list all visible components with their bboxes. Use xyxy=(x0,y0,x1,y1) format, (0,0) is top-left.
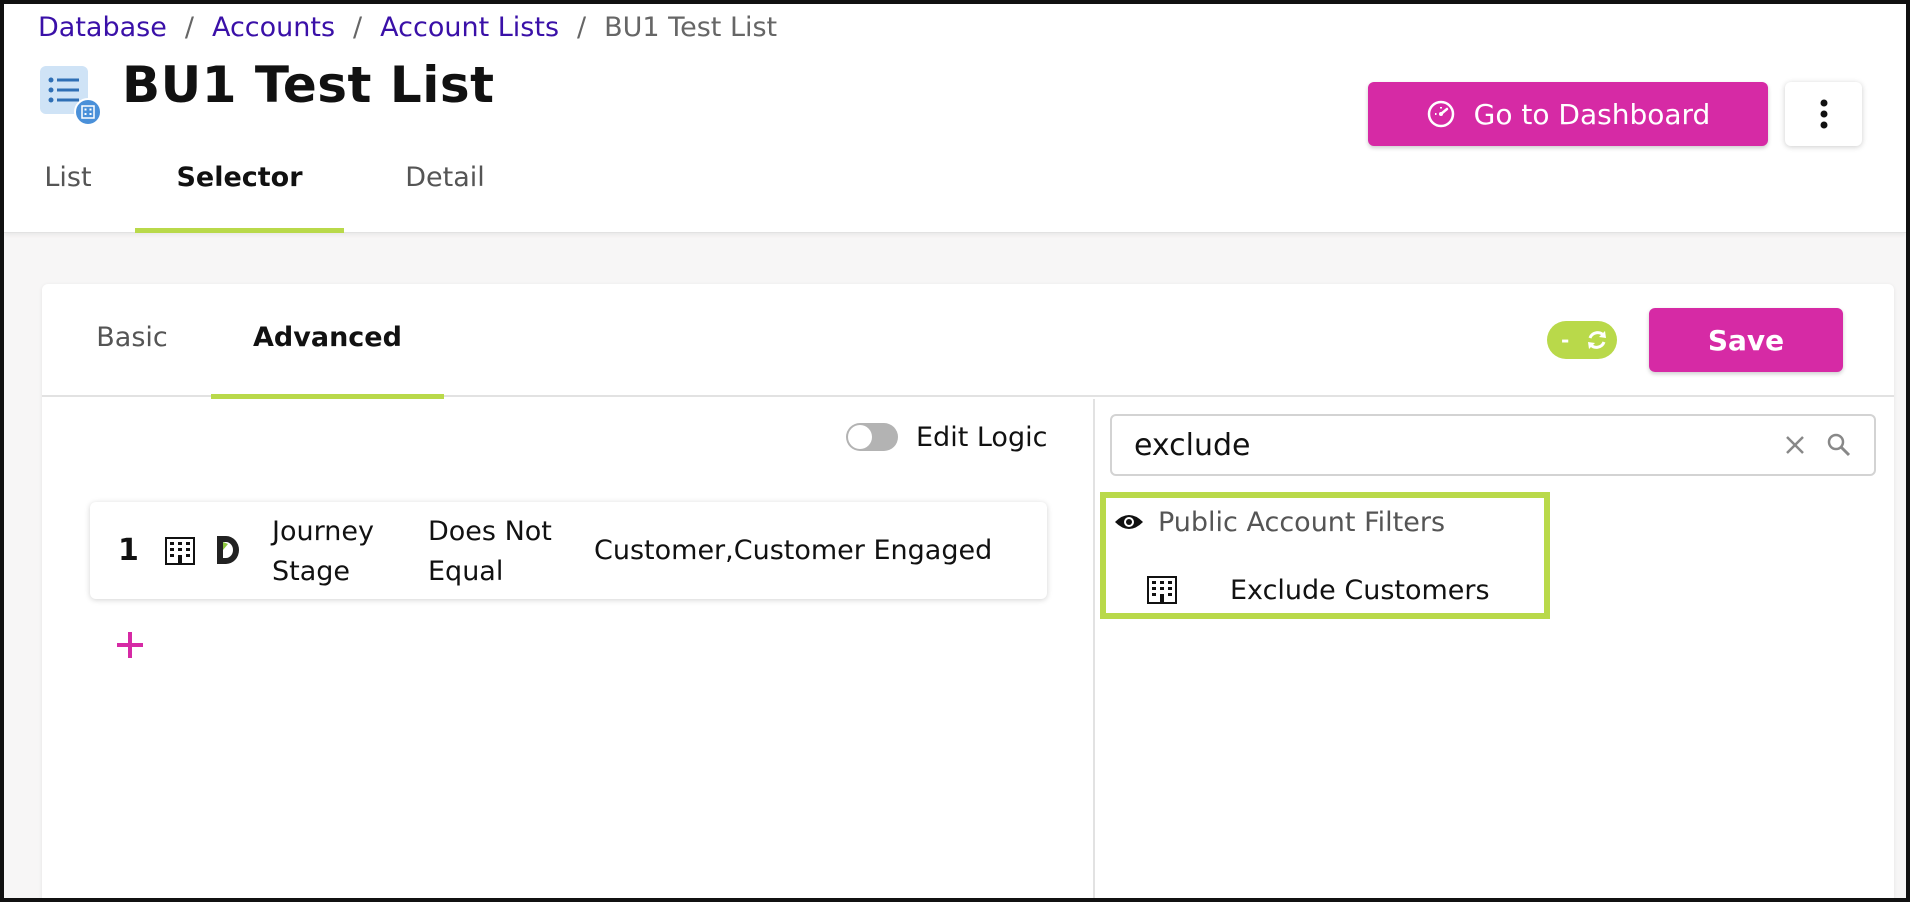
building-icon xyxy=(165,537,195,565)
tab-detail[interactable]: Detail xyxy=(390,154,500,233)
tab-selector[interactable]: Selector xyxy=(135,154,344,233)
building-icon xyxy=(1147,576,1177,604)
more-actions-button[interactable] xyxy=(1785,82,1862,146)
result-item-label: Exclude Customers xyxy=(1230,574,1490,606)
plus-icon xyxy=(117,632,143,658)
speedometer-icon xyxy=(1427,100,1454,128)
vertical-dots-icon xyxy=(1820,99,1827,129)
clear-search-button[interactable] xyxy=(1784,434,1806,456)
breadcrumb-database[interactable]: Database xyxy=(38,12,167,43)
search-input[interactable] xyxy=(1112,427,1784,463)
search-icon xyxy=(1827,433,1851,457)
close-icon xyxy=(1786,436,1804,454)
rule-operator: Does Not Equal xyxy=(428,516,552,587)
selector-tabs: Basic Advanced - Save xyxy=(42,284,1894,399)
rule-index: 1 xyxy=(118,533,139,568)
edit-logic-switch[interactable] xyxy=(846,423,898,451)
breadcrumb-separator: / xyxy=(184,11,194,43)
search-results-panel: Public Account Filters Exclude Customers xyxy=(1100,492,1550,619)
page-title: BU1 Test List xyxy=(122,56,495,114)
breadcrumb-separator: / xyxy=(577,11,587,43)
app-window: Database / Accounts / Account Lists / BU… xyxy=(0,0,1910,902)
refresh-icon xyxy=(1588,331,1606,349)
page-header: Database / Accounts / Account Lists / BU… xyxy=(4,4,1906,233)
search-button[interactable] xyxy=(1826,432,1852,458)
pane-divider xyxy=(1093,399,1095,898)
tab-list[interactable]: List xyxy=(38,154,98,233)
result-item-exclude-customers[interactable]: Exclude Customers xyxy=(1146,570,1490,610)
tab-basic[interactable]: Basic xyxy=(82,284,182,397)
breadcrumb: Database / Accounts / Account Lists / BU… xyxy=(38,10,777,44)
go-to-dashboard-label: Go to Dashboard xyxy=(1473,97,1711,131)
edit-logic-toggle[interactable]: Edit Logic xyxy=(846,417,1047,457)
breadcrumb-account-lists[interactable]: Account Lists xyxy=(380,12,559,43)
edit-logic-label: Edit Logic xyxy=(916,421,1048,453)
filter-search-box xyxy=(1110,414,1876,476)
breadcrumb-current: BU1 Test List xyxy=(604,11,778,43)
go-to-dashboard-button[interactable]: Go to Dashboard xyxy=(1368,82,1768,146)
d-logo-icon xyxy=(217,536,239,564)
save-button[interactable]: Save xyxy=(1649,308,1843,372)
account-list-icon xyxy=(40,64,102,126)
rule-field: Journey Stage xyxy=(272,516,374,587)
eye-icon xyxy=(1115,515,1143,529)
results-group-label: Public Account Filters xyxy=(1158,506,1446,538)
tab-advanced[interactable]: Advanced xyxy=(211,284,444,399)
add-rule-button[interactable] xyxy=(112,627,148,663)
selector-card: Basic Advanced - Save Edit Logic 1 Journ… xyxy=(42,284,1894,898)
breadcrumb-separator: / xyxy=(353,11,363,43)
results-group-header: Public Account Filters xyxy=(1114,504,1445,540)
refresh-toggle-label: - xyxy=(1561,328,1570,352)
rule-value: Customer,Customer Engaged xyxy=(594,535,993,566)
breadcrumb-accounts[interactable]: Accounts xyxy=(212,12,335,43)
filter-rule-row[interactable]: 1 Journey Stage Does Not Equal Customer,… xyxy=(90,502,1047,599)
auto-refresh-toggle[interactable]: - xyxy=(1547,321,1617,359)
